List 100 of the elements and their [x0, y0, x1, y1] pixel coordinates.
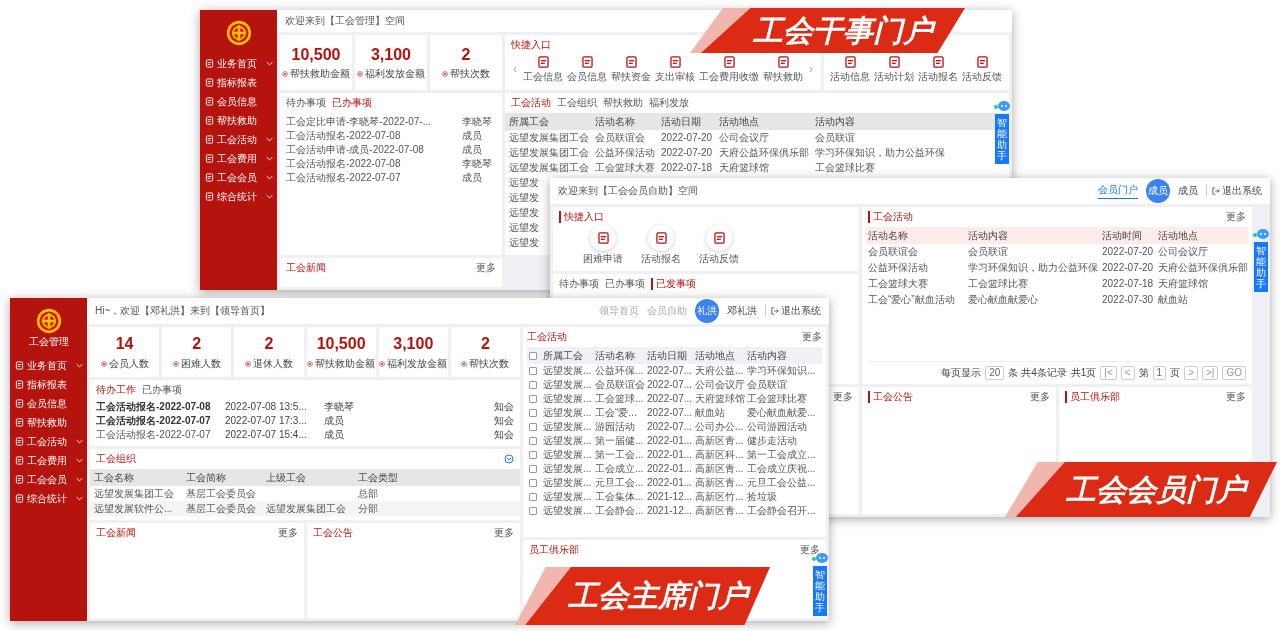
assistant-tab[interactable]: 智能助手 [1254, 242, 1268, 292]
quick-entry-button[interactable]: 活动信息 [830, 55, 870, 83]
more-link[interactable]: 更多 [802, 331, 822, 343]
tab[interactable]: 已办事项 [332, 97, 372, 109]
document-icon [15, 380, 24, 389]
checkbox[interactable] [529, 451, 537, 459]
logout-link[interactable]: 退出系统 [765, 305, 821, 317]
todo-title[interactable]: 工会活动报名-2022-07-07 [96, 429, 221, 441]
pager-label: 共1页 [1070, 367, 1097, 379]
table-cell: 天府公益环保俱乐部 [719, 146, 809, 159]
sidebar-item[interactable]: 指标报表 [200, 73, 277, 92]
todo-title[interactable]: 工会活动报名-2022-07-07 [96, 415, 221, 427]
checkbox[interactable] [529, 395, 537, 403]
todo-title[interactable]: 工会活动报名-2022-07-08 [286, 130, 458, 142]
checkbox[interactable] [529, 465, 537, 473]
sidebar-item[interactable]: 工会会员 [10, 470, 87, 489]
quick-entry-button[interactable]: 支出审核 [655, 55, 695, 83]
chevron-down-icon [76, 458, 83, 463]
quick-entry-button[interactable]: 帮扶救助 [763, 55, 803, 83]
todo-title[interactable]: 工会定比申请-李晓琴-2022-07-... [286, 116, 458, 128]
tab[interactable]: 福利发放 [649, 97, 689, 109]
document-icon [15, 475, 24, 484]
sidebar-item[interactable]: 业务首页 [10, 356, 87, 375]
nav-link[interactable]: 会员门户 [1098, 183, 1138, 199]
sidebar-item[interactable]: 工会费用 [10, 451, 87, 470]
sidebar-item[interactable]: 帮扶救助 [10, 413, 87, 432]
checkbox[interactable] [529, 381, 537, 389]
document-icon [975, 55, 989, 69]
more-link[interactable]: 更多 [476, 262, 496, 274]
assistant-tab[interactable]: 智能助手 [813, 566, 827, 616]
quick-entry-button[interactable]: 帮扶资金 [611, 55, 651, 83]
table-cell: 工会篮球... [595, 393, 644, 405]
checkbox[interactable] [529, 493, 537, 501]
quick-entry-button[interactable]: 工会信息 [523, 55, 563, 83]
more-link[interactable]: 更多 [1226, 391, 1246, 403]
table-cell: 2022-07-20 [1102, 246, 1154, 258]
page-number-field[interactable]: 1 [1152, 366, 1167, 380]
more-link[interactable]: 更多 [494, 527, 514, 539]
more-link[interactable]: 更多 [800, 544, 820, 556]
todo-title[interactable]: 工会活动报名-2022-07-08 [286, 158, 458, 170]
pager-label: 每页显示 [941, 367, 982, 379]
sidebar-item[interactable]: 会员信息 [10, 394, 87, 413]
checkbox[interactable] [529, 351, 537, 360]
sidebar-item[interactable]: 综合统计 [200, 187, 277, 206]
todo-title[interactable]: 工会活动报名-2022-07-07 [286, 172, 458, 184]
refresh-icon [504, 454, 514, 464]
table-cell: 会员联谊 [815, 131, 855, 144]
more-link[interactable]: 更多 [833, 391, 853, 403]
tab[interactable]: 待办工作 [96, 384, 136, 396]
table-cell: 远望发展... [543, 491, 592, 503]
stat-label: 困难人数 [180, 357, 221, 370]
quick-entry-button[interactable]: 会员信息 [567, 55, 607, 83]
logout-link[interactable]: 退出系统 [1206, 185, 1262, 197]
more-link[interactable]: 更多 [1029, 391, 1050, 403]
quick-entry-button[interactable]: 困难申请 [583, 225, 623, 265]
sidebar-item[interactable]: 指标报表 [10, 375, 87, 394]
checkbox[interactable] [529, 367, 537, 375]
sidebar-item[interactable]: 综合统计 [10, 489, 87, 508]
table-cell: 献血站 [695, 407, 725, 419]
assistant-tab[interactable]: 智能助手 [995, 114, 1009, 164]
tab[interactable]: 已办事项 [605, 278, 645, 290]
todo-title[interactable]: 工会活动申请-成员-2022-07-08 [286, 144, 458, 156]
sidebar-item[interactable]: 业务首页 [200, 54, 277, 73]
quick-entry-button[interactable]: 活动反馈 [962, 55, 1002, 83]
quick-entry-button[interactable]: 活动报名 [918, 55, 958, 83]
quick-entry-button[interactable]: 活动计划 [874, 55, 914, 83]
checkbox[interactable] [529, 423, 537, 431]
checkbox[interactable] [529, 479, 537, 487]
todo-title[interactable]: 工会活动报名-2022-07-08 [96, 401, 221, 413]
page-size-select[interactable]: 20 [985, 366, 1005, 380]
sidebar-item[interactable]: 工会费用 [200, 149, 277, 168]
table-cell: 2022-07... [647, 421, 693, 433]
tab[interactable]: 帮扶救助 [603, 97, 643, 109]
tab[interactable]: 已发事项 [651, 278, 696, 290]
sidebar-item[interactable]: 帮扶救助 [200, 111, 277, 130]
document-icon [776, 55, 790, 69]
tab[interactable]: 工会活动 [511, 97, 551, 109]
table-cell: 远望发展... [543, 463, 592, 475]
sidebar-item[interactable]: 会员信息 [200, 92, 277, 111]
tab[interactable]: 工会组织 [557, 97, 597, 109]
more-link[interactable]: 更多 [277, 527, 298, 539]
checkbox[interactable] [529, 409, 537, 417]
quick-entry-button[interactable]: 工会费用收缴 [699, 55, 759, 83]
table-cell: 高新区青... [695, 463, 744, 475]
chevron-down-icon [266, 175, 273, 180]
sidebar-item[interactable]: 工会活动 [10, 432, 87, 451]
checkbox[interactable] [529, 507, 537, 515]
tab[interactable]: 已办事项 [142, 384, 182, 396]
quick-entry-button[interactable]: 活动反馈 [699, 225, 739, 265]
column-header: 活动日期 [645, 347, 693, 364]
tab[interactable]: 待办事项 [286, 97, 326, 109]
sidebar-item[interactable]: 工会会员 [200, 168, 277, 187]
chevron-down-icon [76, 363, 83, 368]
todo-time: 2022-07-08 13:5... [225, 401, 308, 413]
sidebar-item[interactable]: 工会活动 [200, 130, 277, 149]
tab[interactable]: 待办事项 [559, 278, 599, 290]
more-link[interactable]: 更多 [1226, 211, 1246, 223]
table-cell: 远望发展... [543, 449, 592, 461]
checkbox[interactable] [529, 437, 537, 445]
quick-entry-button[interactable]: 活动报名 [641, 225, 681, 265]
